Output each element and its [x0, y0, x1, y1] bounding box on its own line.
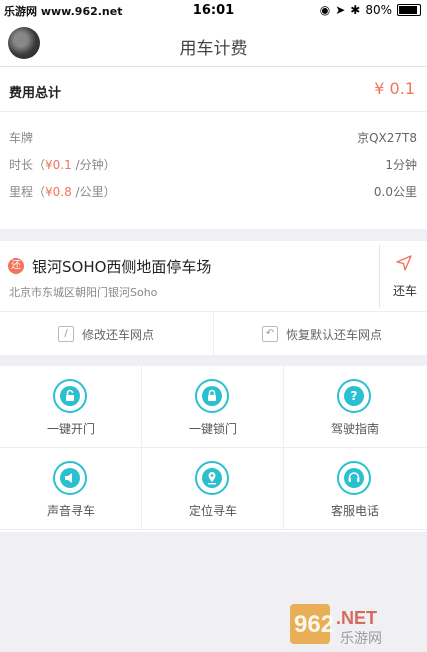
modify-station-button[interactable]: / 修改还车网点: [58, 321, 154, 347]
distance-label-pre: 里程（: [9, 185, 46, 199]
site-watermark-logo: 962 .NET 乐游网: [290, 604, 382, 647]
modify-station-label: 修改还车网点: [82, 327, 155, 342]
navigation-arrow-icon[interactable]: [395, 254, 413, 272]
return-station-card: 还 银河SOHO西侧地面停车场 北京市东城区朝阳门银河Soho 还车 / 修改还…: [0, 241, 427, 355]
action-grid: 一键开门 一键锁门 ? 驾驶指南 声音寻车 定位寻车 客服电话: [0, 366, 427, 532]
divider: [379, 245, 380, 307]
page-title: 用车计费: [179, 39, 248, 59]
plate-label: 车牌: [9, 131, 34, 145]
customer-service-button[interactable]: 客服电话: [284, 448, 427, 530]
sound-find-car-label: 声音寻车: [46, 504, 95, 518]
restore-station-button[interactable]: ↶ 恢复默认还车网点: [262, 321, 382, 347]
battery-icon: [397, 4, 421, 16]
distance-label: 里程（¥0.8 /公里）: [9, 183, 116, 200]
svg-text:.NET: .NET: [336, 608, 377, 628]
fee-card: 费用总计 ¥ 0.1 车牌 京QX27T8 时长（¥0.1 /分钟） 1分钟 里…: [0, 67, 427, 229]
return-badge-icon: 还: [8, 258, 24, 274]
duration-label-post: /分钟）: [71, 158, 116, 172]
question-glyph: ?: [344, 386, 364, 406]
distance-value: 0.0公里: [373, 185, 417, 199]
headset-icon: [337, 461, 371, 495]
duration-value: 1分钟: [385, 158, 417, 172]
status-icons: ◉ ➤ ✱ 80%: [320, 3, 421, 17]
unlock-door-button[interactable]: 一键开门: [0, 366, 142, 448]
location-icon: [195, 461, 229, 495]
duration-label: 时长（¥0.1 /分钟）: [9, 156, 116, 173]
locate-car-label: 定位寻车: [188, 504, 237, 518]
fee-total-label: 费用总计: [9, 86, 62, 101]
speaker-icon: [53, 461, 87, 495]
locate-car-button[interactable]: 定位寻车: [142, 448, 284, 530]
unlock-icon: [53, 379, 87, 413]
driving-guide-label: 驾驶指南: [330, 422, 379, 436]
duration-rate: ¥0.1: [45, 158, 72, 172]
lock-icon: [195, 379, 229, 413]
restore-station-label: 恢复默认还车网点: [286, 327, 383, 342]
edit-icon: /: [58, 326, 74, 342]
lock-door-label: 一键锁门: [188, 422, 237, 436]
svg-text:乐游网: 乐游网: [340, 631, 382, 647]
unlock-door-label: 一键开门: [46, 422, 95, 436]
station-name: 银河SOHO西侧地面停车场: [32, 258, 212, 276]
return-car-button[interactable]: 还车: [393, 282, 417, 299]
sound-find-car-button[interactable]: 声音寻车: [0, 448, 142, 530]
distance-rate: ¥0.8: [45, 185, 72, 199]
undo-icon: ↶: [262, 326, 278, 342]
nav-bar: 用车计费: [0, 22, 427, 67]
driving-guide-button[interactable]: ? 驾驶指南: [284, 366, 427, 448]
orientation-lock-icon: ◉: [319, 3, 331, 17]
distance-label-post: /公里）: [71, 185, 116, 199]
status-bar: 乐游网 www.962.net 16:01 ◉ ➤ ✱ 80%: [0, 0, 427, 22]
fee-total-value: ¥ 0.1: [374, 79, 415, 98]
battery-percent: 80%: [365, 3, 392, 17]
plate-value: 京QX27T8: [357, 131, 417, 145]
lock-door-button[interactable]: 一键锁门: [142, 366, 284, 448]
location-arrow-icon: ➤: [335, 3, 346, 17]
duration-label-pre: 时长（: [9, 158, 46, 172]
station-address: 北京市东城区朝阳门银河Soho: [9, 286, 158, 299]
question-icon: ?: [337, 379, 371, 413]
svg-text:962: 962: [294, 611, 334, 638]
bluetooth-icon: ✱: [350, 3, 361, 17]
fee-total-row: 费用总计 ¥ 0.1: [0, 67, 427, 112]
divider: [213, 312, 214, 355]
customer-service-label: 客服电话: [330, 504, 379, 518]
